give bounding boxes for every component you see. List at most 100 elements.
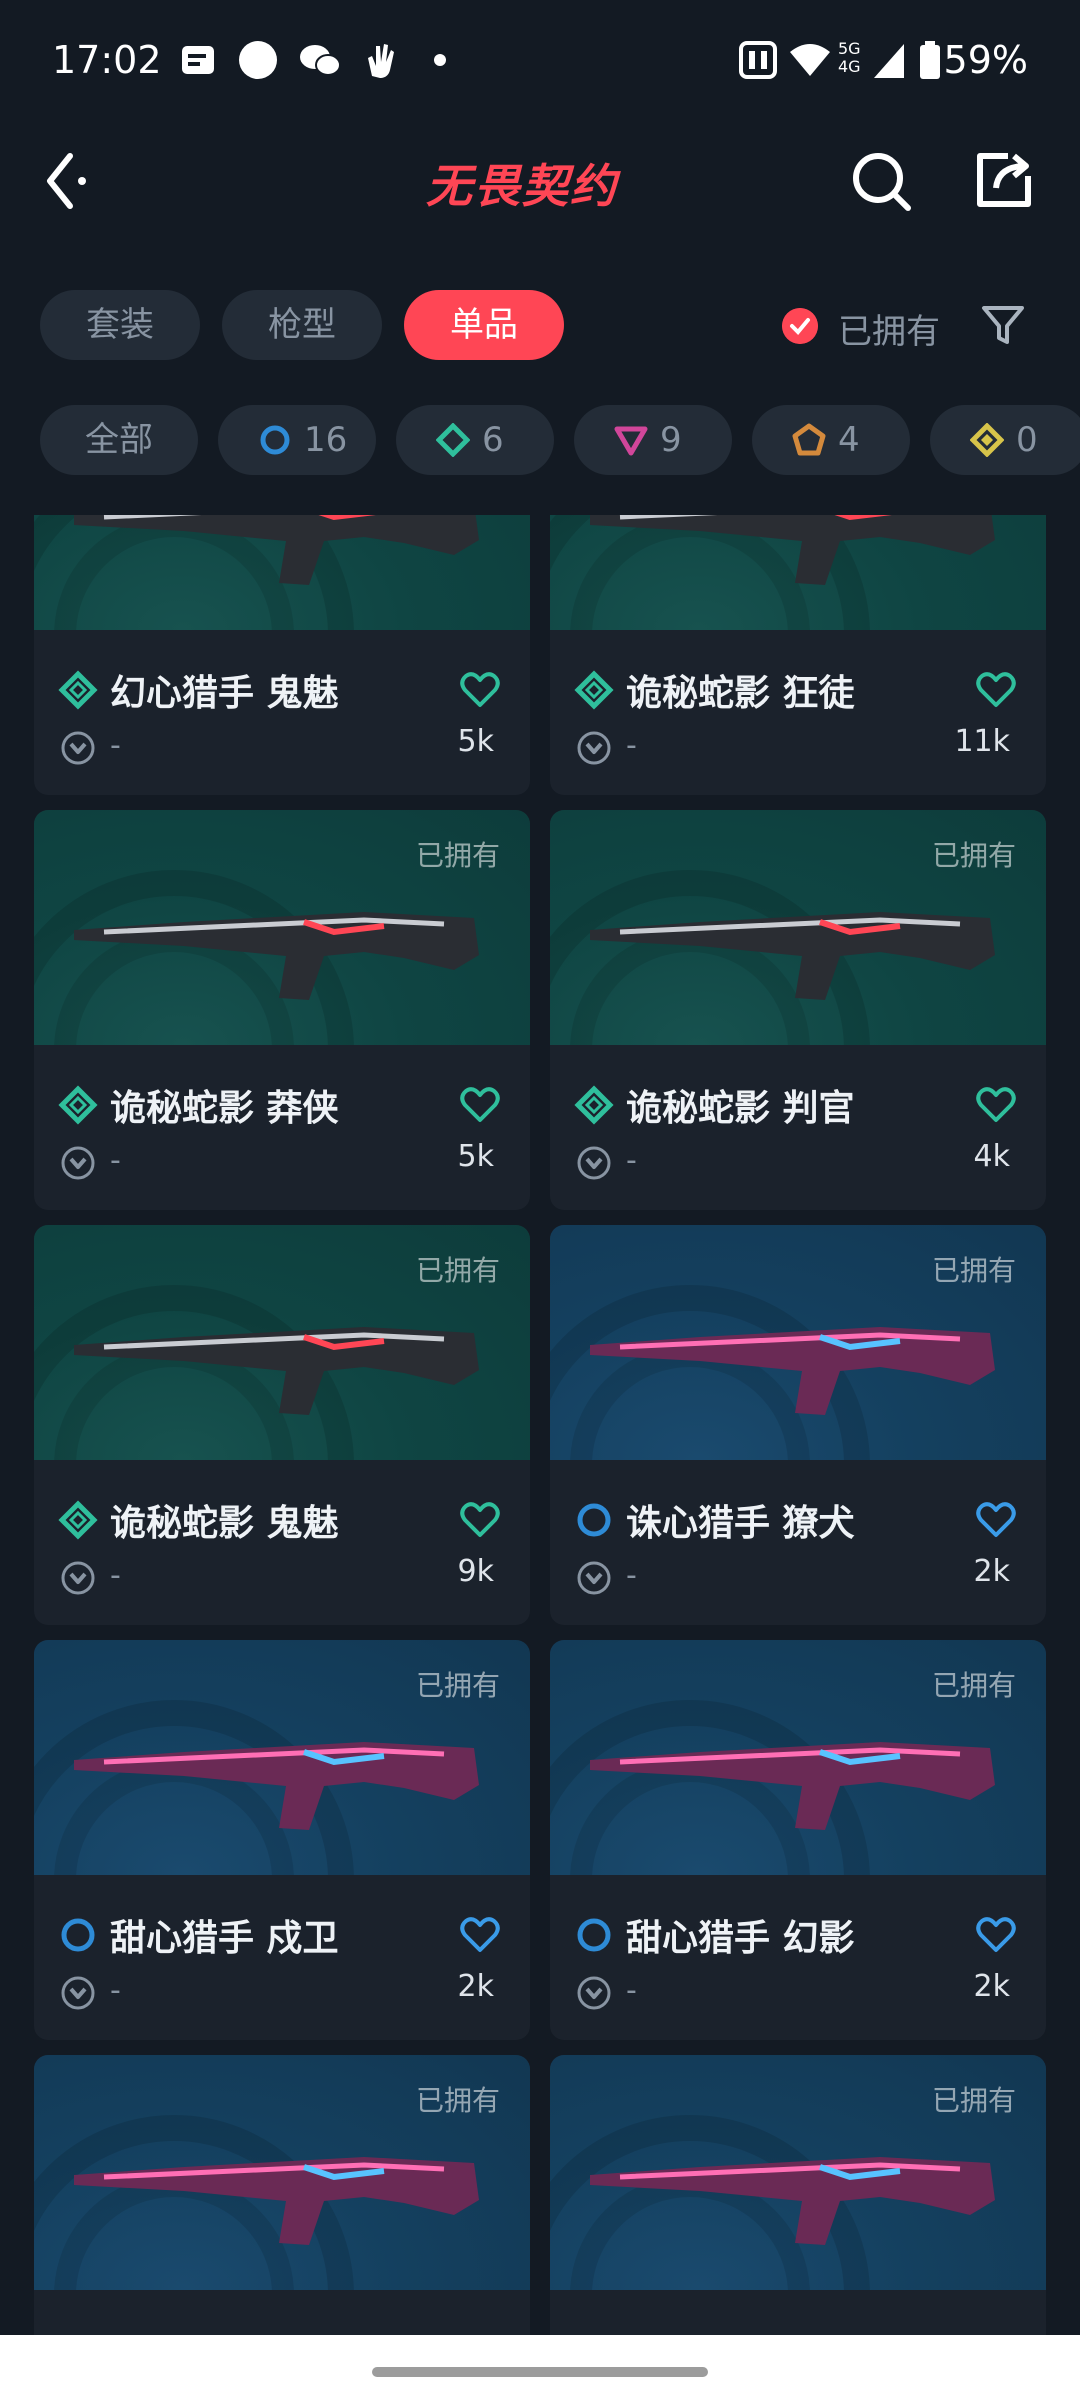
item-info: 甜心猎手 幻影 - 2k — [550, 1875, 1046, 2040]
heart-icon[interactable] — [460, 1917, 500, 1953]
back-icon[interactable] — [40, 146, 100, 216]
diamond-tier-icon — [574, 1085, 614, 1125]
message-icon — [182, 46, 214, 74]
weapon-image — [590, 1327, 995, 1415]
item-card[interactable]: 已拥有诛心猎手 獠犬 - 2k — [550, 1225, 1046, 1625]
tab-bundle[interactable]: 套装 — [40, 290, 200, 360]
item-like-count: 5k — [457, 1139, 494, 1174]
owned-badge: 已拥有 — [931, 1254, 1016, 1287]
owned-badge: 已拥有 — [415, 1254, 500, 1287]
battery-icon — [920, 41, 940, 79]
item-card[interactable]: 已拥有 诡秘蛇影 莽侠 - 5k — [34, 810, 530, 1210]
weapon-image — [74, 1742, 479, 1830]
item-like-count: 9k — [457, 1554, 494, 1589]
item-price: - — [626, 1143, 637, 1178]
system-nav-bar — [0, 2335, 1080, 2400]
item-card[interactable]: 诡秘蛇影 狂徒 - 11k — [550, 515, 1046, 795]
filter-icon[interactable] — [978, 300, 1028, 350]
item-info: 幻心猎手 鬼魅 - 5k — [34, 630, 530, 795]
item-info: 诡秘蛇影 判官 - 4k — [550, 1045, 1046, 1210]
tier-count: 9 — [660, 420, 682, 460]
item-image: 已拥有 — [550, 2055, 1046, 2290]
owned-badge: 已拥有 — [415, 839, 500, 872]
wifi-icon — [790, 44, 830, 76]
tier-exclusive[interactable]: 4 — [752, 405, 910, 475]
chevron-badge-icon — [577, 1146, 611, 1180]
circle-app-icon — [239, 41, 277, 79]
item-info: 甜心猎手 戍卫 - 2k — [34, 1875, 530, 2040]
item-image: 已拥有 — [34, 810, 530, 1045]
item-price: - — [110, 1558, 121, 1593]
item-name: 诛心猎手 獠犬 — [626, 1503, 855, 1544]
item-name: 诡秘蛇影 判官 — [626, 1088, 855, 1129]
item-card[interactable]: 已拥有 — [550, 2055, 1046, 2335]
owned-badge: 已拥有 — [931, 839, 1016, 872]
tier-select[interactable]: 16 — [218, 405, 376, 475]
share-icon[interactable] — [972, 148, 1036, 212]
network-type: 5G 4G — [838, 39, 861, 76]
item-price: - — [110, 1973, 121, 2008]
chevron-badge-icon — [577, 1561, 611, 1595]
tier-premium[interactable]: 9 — [574, 405, 732, 475]
dot-icon — [434, 54, 446, 66]
circle-tier-icon — [577, 1918, 611, 1952]
item-image: 已拥有 — [550, 810, 1046, 1045]
owned-filter-label: 已拥有 — [838, 312, 940, 352]
item-image: 已拥有 — [550, 1640, 1046, 1875]
item-image: 已拥有 — [34, 1225, 530, 1460]
chevron-badge-icon — [61, 1976, 95, 2010]
heart-icon[interactable] — [460, 672, 500, 708]
hand-icon — [368, 44, 394, 78]
item-grid: 幻心猎手 鬼魅 -5k 诡秘蛇影 狂徒 -11k 已拥有 诡秘蛇影 莽侠 -5k 已拥有 诡秘蛇… — [0, 515, 1080, 2335]
heart-icon[interactable] — [976, 1502, 1016, 1538]
tier-filter-row: 全部 16 6 9 4 0 — [40, 405, 1080, 475]
search-icon[interactable] — [850, 150, 914, 214]
owned-badge: 已拥有 — [415, 1669, 500, 1702]
item-like-count: 4k — [973, 1139, 1010, 1174]
tier-deluxe[interactable]: 6 — [396, 405, 554, 475]
item-name: 诡秘蛇影 鬼魅 — [110, 1503, 339, 1544]
item-info — [550, 2290, 1046, 2335]
tier-ultra[interactable]: 0 — [930, 405, 1080, 475]
item-image — [550, 515, 1046, 630]
triangle-tier-icon — [614, 426, 648, 456]
tab-single-item[interactable]: 单品 — [404, 290, 564, 360]
item-info: 诡秘蛇影 鬼魅 - 9k — [34, 1460, 530, 1625]
tier-count: 6 — [482, 420, 504, 460]
home-gesture-handle[interactable] — [372, 2367, 708, 2377]
item-card[interactable]: 已拥有 甜心猎手 戍卫 - 2k — [34, 1640, 530, 2040]
item-price: - — [626, 728, 637, 763]
chevron-badge-icon — [61, 731, 95, 765]
item-card[interactable]: 幻心猎手 鬼魅 - 5k — [34, 515, 530, 795]
heart-icon[interactable] — [976, 672, 1016, 708]
tab-weapon-type[interactable]: 枪型 — [222, 290, 382, 360]
item-price: - — [110, 728, 121, 763]
heart-icon[interactable] — [976, 1917, 1016, 1953]
item-like-count: 2k — [973, 1969, 1010, 2004]
status-time: 17:02 — [52, 38, 162, 82]
chevron-badge-icon — [577, 731, 611, 765]
weapon-image — [74, 515, 479, 585]
checkmark-icon — [782, 308, 818, 344]
item-like-count: 2k — [457, 1969, 494, 2004]
circle-tier-icon — [61, 1918, 95, 1952]
app-logo: 无畏契约 — [426, 159, 618, 213]
item-info: 诛心猎手 獠犬 - 2k — [550, 1460, 1046, 1625]
tier-count: 0 — [1016, 420, 1038, 460]
tier-count: 16 — [304, 420, 348, 460]
chevron-badge-icon — [61, 1561, 95, 1595]
diamond-tier-icon — [58, 670, 98, 710]
item-card[interactable]: 已拥有甜心猎手 幻影 - 2k — [550, 1640, 1046, 2040]
item-card[interactable]: 已拥有 — [34, 2055, 530, 2335]
item-info — [34, 2290, 530, 2335]
heart-icon[interactable] — [976, 1087, 1016, 1123]
chevron-badge-icon — [577, 1976, 611, 2010]
item-name: 诡秘蛇影 莽侠 — [110, 1088, 339, 1129]
heart-icon[interactable] — [460, 1502, 500, 1538]
heart-icon[interactable] — [460, 1087, 500, 1123]
item-card[interactable]: 已拥有诡秘蛇影 判官 - 4k — [550, 810, 1046, 1210]
tier-all[interactable]: 全部 — [40, 405, 198, 475]
item-like-count: 5k — [457, 724, 494, 759]
owned-badge: 已拥有 — [931, 1669, 1016, 1702]
item-card[interactable]: 已拥有诡秘蛇影 鬼魅 - 9k — [34, 1225, 530, 1625]
